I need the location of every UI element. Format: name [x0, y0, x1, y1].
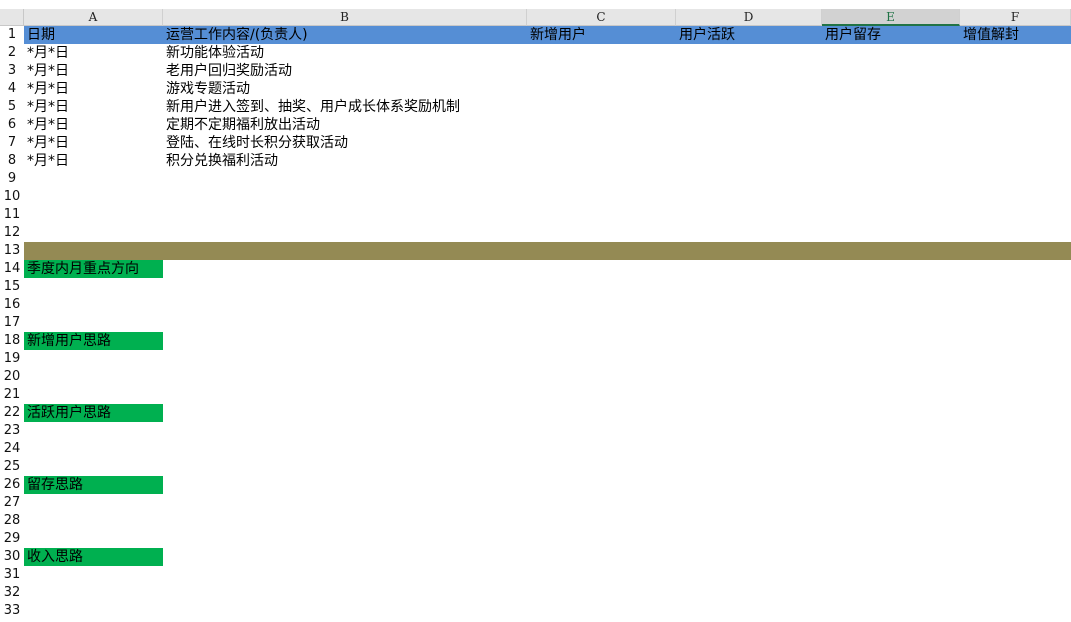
row-header-8[interactable]: 8 [0, 152, 24, 170]
header-cell-new-users[interactable]: 新增用户 [527, 26, 676, 44]
row-header-20[interactable]: 20 [0, 368, 24, 386]
content-cell[interactable]: 游戏专题活动 [163, 80, 527, 98]
column-header-c[interactable]: C [527, 9, 676, 26]
date-cell[interactable]: *月*日 [24, 134, 163, 152]
column-header-b[interactable]: B [163, 9, 527, 26]
row-header-29[interactable]: 29 [0, 530, 24, 548]
row-header-3[interactable]: 3 [0, 62, 24, 80]
header-cell-active[interactable]: 用户活跃 [676, 26, 822, 44]
date-cell[interactable]: *月*日 [24, 80, 163, 98]
row-header-32[interactable]: 32 [0, 584, 24, 602]
column-header-a[interactable]: A [24, 9, 163, 26]
header-cell-retention[interactable]: 用户留存 [822, 26, 960, 44]
header-cell-date[interactable]: 日期 [24, 26, 163, 44]
row-header-30[interactable]: 30 [0, 548, 24, 566]
spreadsheet: A B C D E F 1 2 3 4 5 6 7 8 9 10 11 12 1… [0, 0, 1071, 622]
row-header-1[interactable]: 1 [0, 26, 24, 44]
row-header-10[interactable]: 10 [0, 188, 24, 206]
content-cell[interactable]: 登陆、在线时长积分获取活动 [163, 134, 527, 152]
column-header-e[interactable]: E [822, 9, 960, 26]
row-header-16[interactable]: 16 [0, 296, 24, 314]
row-header-23[interactable]: 23 [0, 422, 24, 440]
date-cell[interactable]: *月*日 [24, 44, 163, 62]
content-cell[interactable]: 定期不定期福利放出活动 [163, 116, 527, 134]
header-cell-unlock[interactable]: 增值解封 [960, 26, 1071, 44]
row-header-27[interactable]: 27 [0, 494, 24, 512]
row-header-31[interactable]: 31 [0, 566, 24, 584]
row-header-24[interactable]: 24 [0, 440, 24, 458]
row-header-14[interactable]: 14 [0, 260, 24, 278]
section-revenue[interactable]: 收入思路 [24, 548, 163, 566]
column-header-f[interactable]: F [960, 9, 1071, 26]
content-cell[interactable]: 积分兑换福利活动 [163, 152, 527, 170]
row-header-11[interactable]: 11 [0, 206, 24, 224]
row-header-17[interactable]: 17 [0, 314, 24, 332]
date-cell[interactable]: *月*日 [24, 62, 163, 80]
row-header-4[interactable]: 4 [0, 80, 24, 98]
select-all-corner[interactable] [0, 9, 24, 26]
date-cell[interactable]: *月*日 [24, 116, 163, 134]
row-header-9[interactable]: 9 [0, 170, 24, 188]
row-header-7[interactable]: 7 [0, 134, 24, 152]
row-header-26[interactable]: 26 [0, 476, 24, 494]
row-header-21[interactable]: 21 [0, 386, 24, 404]
section-new-users[interactable]: 新增用户思路 [24, 332, 163, 350]
section-quarter-focus[interactable]: 季度内月重点方向 [24, 260, 163, 278]
date-cell[interactable]: *月*日 [24, 98, 163, 116]
date-cell[interactable]: *月*日 [24, 152, 163, 170]
row-header-5[interactable]: 5 [0, 98, 24, 116]
row-header-2[interactable]: 2 [0, 44, 24, 62]
section-active-users[interactable]: 活跃用户思路 [24, 404, 163, 422]
content-cell[interactable]: 新用户进入签到、抽奖、用户成长体系奖励机制 [163, 98, 527, 116]
row-header-6[interactable]: 6 [0, 116, 24, 134]
row-header-15[interactable]: 15 [0, 278, 24, 296]
column-header-d[interactable]: D [676, 9, 822, 26]
content-cell[interactable]: 老用户回归奖励活动 [163, 62, 527, 80]
separator-band [24, 242, 1071, 260]
section-retention[interactable]: 留存思路 [24, 476, 163, 494]
row-header-25[interactable]: 25 [0, 458, 24, 476]
row-header-18[interactable]: 18 [0, 332, 24, 350]
content-cell[interactable]: 新功能体验活动 [163, 44, 527, 62]
row-header-12[interactable]: 12 [0, 224, 24, 242]
row-header-13[interactable]: 13 [0, 242, 24, 260]
row-header-33[interactable]: 33 [0, 602, 24, 620]
row-header-19[interactable]: 19 [0, 350, 24, 368]
row-header-22[interactable]: 22 [0, 404, 24, 422]
header-cell-content[interactable]: 运营工作内容/(负责人) [163, 26, 527, 44]
row-header-28[interactable]: 28 [0, 512, 24, 530]
top-strip [0, 0, 1071, 9]
